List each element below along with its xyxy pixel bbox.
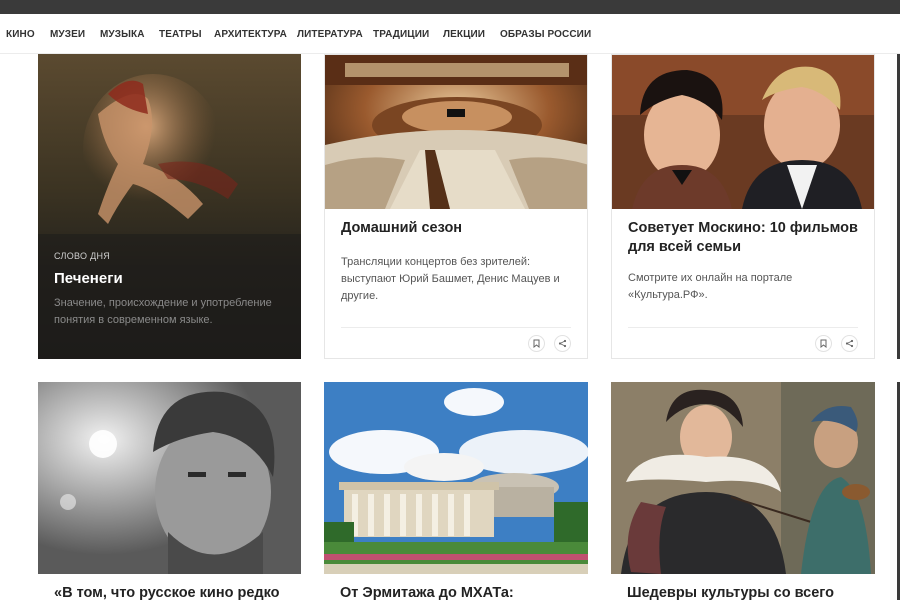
top-bar: [0, 0, 900, 14]
category-nav: Кино Музеи Музыка Театры Архитектура Лит…: [0, 14, 900, 54]
nav-item-lectures[interactable]: Лекции: [443, 29, 485, 40]
nav-item-literature[interactable]: Литература: [297, 29, 363, 40]
nav-item-kino[interactable]: Кино: [6, 29, 35, 40]
nav-item-theatres[interactable]: Театры: [159, 29, 202, 40]
bookmark-icon: [533, 339, 540, 348]
share-button[interactable]: [841, 335, 858, 352]
theatre-building-image: [324, 382, 588, 574]
bookmark-button[interactable]: [815, 335, 832, 352]
word-of-day-label: Слово дня: [54, 251, 111, 261]
card-description: Смотрите их онлайн на портале «Культура.…: [628, 272, 793, 301]
card-description: Трансляции концертов без зрителей: высту…: [341, 256, 560, 302]
portrait-image: [38, 382, 301, 574]
share-icon: [845, 339, 854, 348]
nav-item-images-of-russia[interactable]: Образы России: [500, 29, 591, 40]
share-button[interactable]: [554, 335, 571, 352]
article-card[interactable]: Советует Москино: 10 фильмов для всей се…: [611, 54, 875, 359]
word-of-day-card[interactable]: Слово дня Печенеги Значение, происхожден…: [38, 54, 301, 359]
article-card[interactable]: От Эрмитажа до МХАТа:: [324, 382, 588, 600]
card-title[interactable]: От Эрмитажа до МХАТа:: [340, 584, 572, 600]
film-still-image: [612, 55, 874, 209]
article-card[interactable]: Домашний сезон Трансляции концертов без …: [324, 54, 588, 359]
nav-item-music[interactable]: Музыка: [100, 29, 145, 40]
nav-item-museums[interactable]: Музеи: [50, 29, 85, 40]
card-title[interactable]: Шедевры культуры со всего мира: [627, 584, 859, 600]
share-icon: [558, 339, 567, 348]
concert-hall-image: [325, 55, 587, 209]
article-card[interactable]: Шедевры культуры со всего мира: [611, 382, 875, 600]
word-description: Значение, происхождение и употребление п…: [54, 297, 272, 326]
nav-item-traditions[interactable]: Традиции: [373, 29, 429, 40]
card-title[interactable]: «В том, что русское кино редко: [54, 584, 285, 600]
nav-item-architecture[interactable]: Архитектура: [214, 29, 287, 40]
card-title[interactable]: Домашний сезон: [341, 219, 571, 238]
self-portrait-painting-image: [611, 382, 875, 574]
card-title[interactable]: Советует Москино: 10 фильмов для всей се…: [628, 219, 858, 257]
card-divider: [341, 327, 571, 328]
bookmark-icon: [820, 339, 827, 348]
article-card[interactable]: «В том, что русское кино редко: [38, 382, 301, 600]
bookmark-button[interactable]: [528, 335, 545, 352]
card-divider: [628, 327, 858, 328]
word-title[interactable]: Печенеги: [54, 270, 123, 287]
